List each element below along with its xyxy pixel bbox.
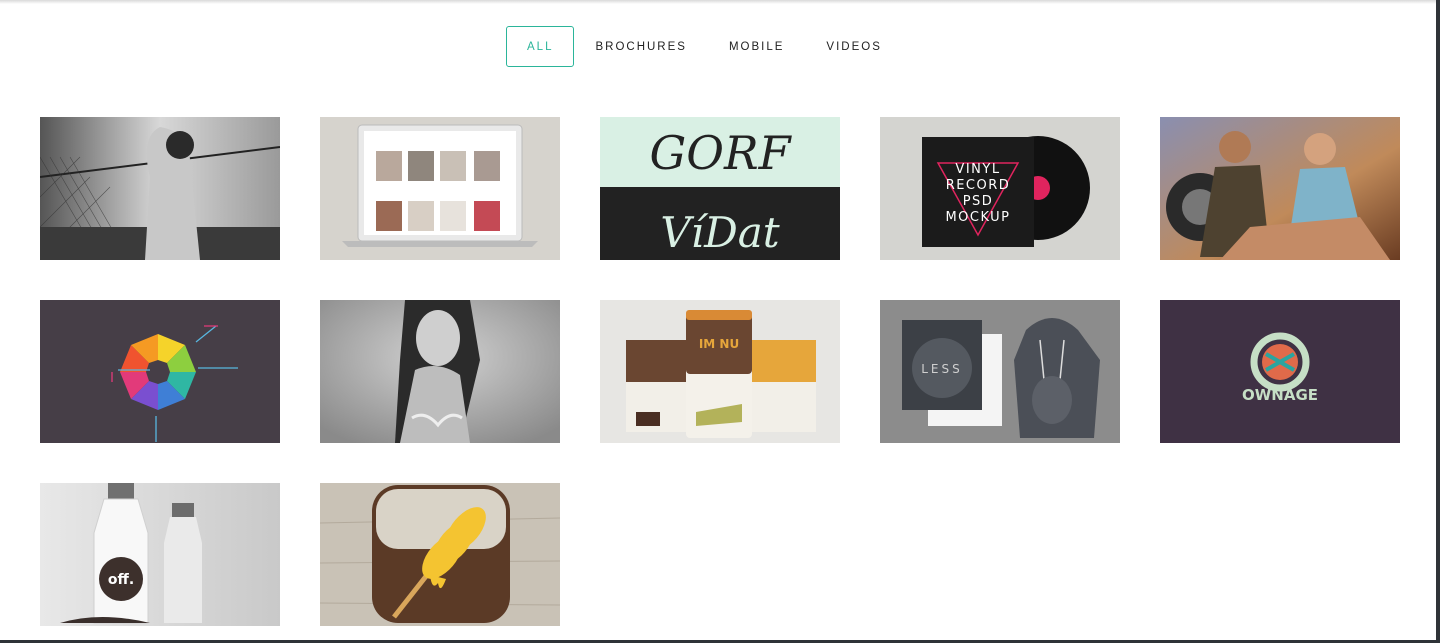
bottle-brand-text: off. [108,572,134,588]
vinyl-line-4: MOCKUP [945,210,1010,225]
window-frame-right [1436,0,1440,643]
portfolio-item-bottle-mockup[interactable]: off. [40,483,280,626]
apparel-brand-text: LESS [921,362,963,376]
laptop-mockup-image [320,117,560,260]
filter-mobile-button[interactable]: MOBILE [708,27,805,66]
vinyl-line-1: VINYL [955,162,1000,177]
portfolio-item-packaging-mockup[interactable]: IM NU [600,300,840,443]
portfolio-item-portrait-photo[interactable] [320,300,560,443]
honey-app-icon-image [320,483,560,626]
ownage-brand-text: OWNAGE [1242,386,1318,404]
fashion-photo-image [40,117,280,260]
portrait-photo-image [320,300,560,443]
portfolio-item-laptop-mockup[interactable] [320,117,560,260]
calligraphy-bottom-text: VíDat [660,208,779,257]
filter-videos-button[interactable]: VIDEOS [805,27,902,66]
portfolio-filter-nav: ALL BROCHURES MOBILE VIDEOS [506,26,903,67]
ownage-logo-image: OWNAGE [1160,300,1400,443]
portfolio-item-vinyl-mockup[interactable]: VINYL RECORD PSD MOCKUP [880,117,1120,260]
bottle-mockup-image: off. [40,483,280,626]
apparel-mockup-image: LESS [880,300,1120,443]
vinyl-line-3: PSD [963,194,994,209]
packaging-brand-text: IM NU [699,337,739,351]
calligraphy-image: GORF VíDat [600,117,840,260]
portfolio-item-fashion-photo[interactable] [40,117,280,260]
portfolio-item-honey-app-icon[interactable] [320,483,560,626]
colorful-logo-image [40,300,280,443]
portfolio-item-apparel-mockup[interactable]: LESS [880,300,1120,443]
filter-all-button[interactable]: ALL [506,26,575,67]
packaging-mockup-image: IM NU [600,300,840,443]
top-edge-shadow [0,0,1436,4]
vinyl-mockup-image: VINYL RECORD PSD MOCKUP [880,117,1120,260]
filter-brochures-button[interactable]: BROCHURES [574,27,707,66]
portfolio-item-colorful-logo[interactable] [40,300,280,443]
portfolio-item-ownage-logo[interactable]: OWNAGE [1160,300,1400,443]
portfolio-item-couple-photo[interactable] [1160,117,1400,260]
vinyl-line-2: RECORD [946,178,1011,193]
calligraphy-top-text: GORF [649,126,792,180]
couple-photo-image [1160,117,1400,260]
portfolio-item-calligraphy[interactable]: GORF VíDat [600,117,840,260]
